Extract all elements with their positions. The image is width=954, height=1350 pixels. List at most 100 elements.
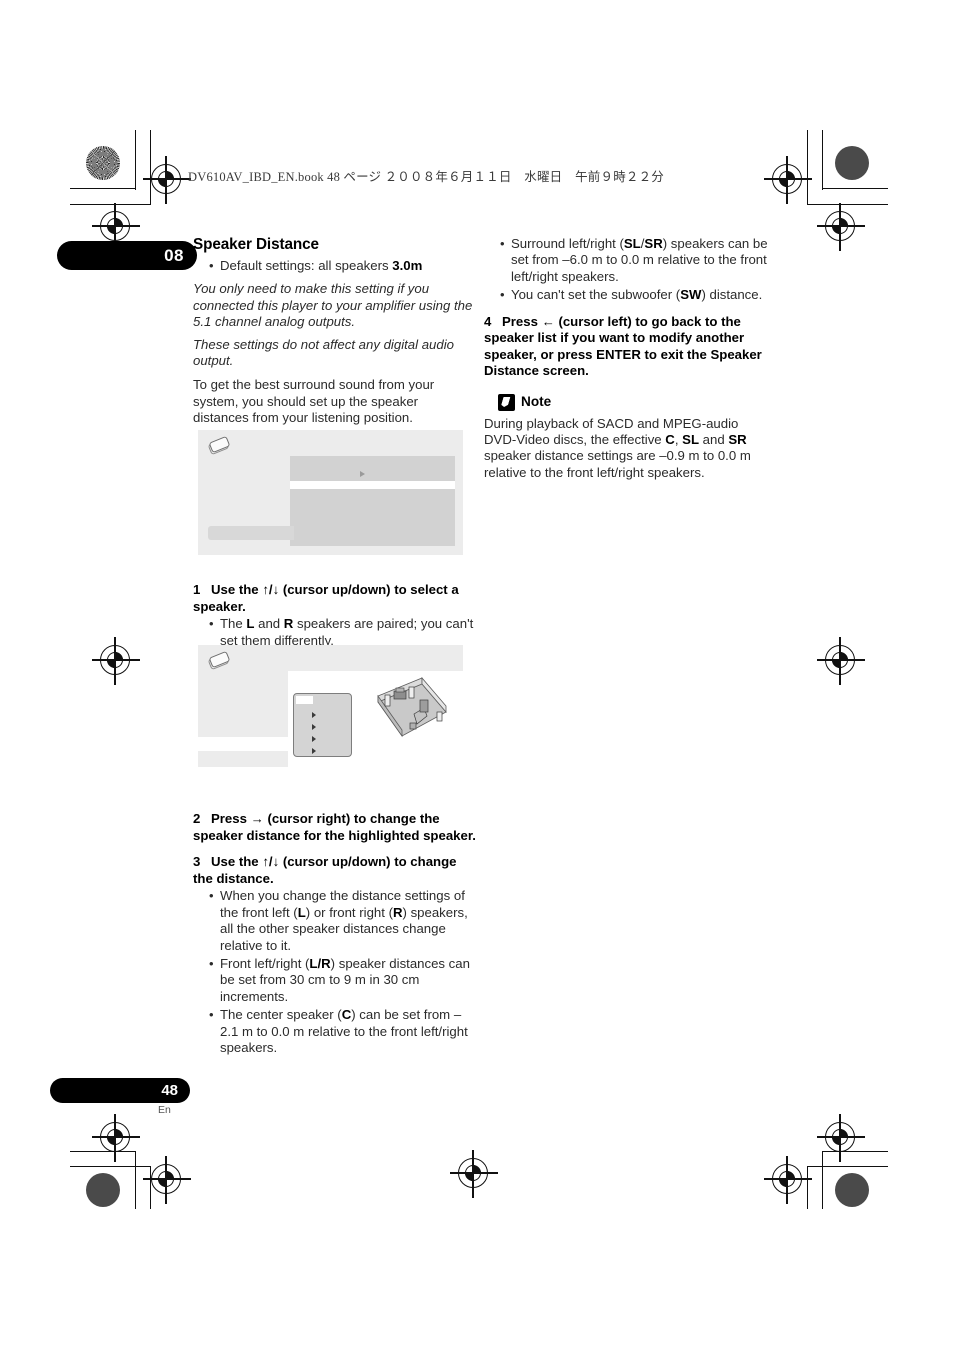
note-text: You can't set the subwoofer ( (511, 287, 681, 303)
note-text: and (254, 616, 284, 632)
registration-mark (143, 1156, 191, 1204)
step-3-text-a: Use the (211, 854, 263, 870)
figure-speaker-list-screen (198, 645, 463, 767)
list-item: The center speaker (C) can be set from –… (209, 1007, 477, 1056)
crop-line (150, 130, 152, 205)
registration-mark (450, 1150, 498, 1198)
speaker-label-c: C (341, 1007, 352, 1023)
surround-notes: Surround left/right (SL/SR) speakers can… (484, 235, 768, 304)
list-arrow-icon (312, 712, 316, 718)
separator: and (699, 432, 729, 448)
speaker-label-sr: SR (728, 432, 747, 448)
note-text: ) distance. (701, 287, 763, 303)
disc-icon (207, 435, 231, 456)
crop-line (135, 1151, 137, 1209)
speaker-label-sr: SR (644, 236, 663, 251)
list-item: When you change the distance settings of… (209, 888, 477, 954)
step-2: 2 Press → (cursor right) to change the sp… (193, 811, 477, 844)
osd-tab (198, 737, 290, 751)
speaker-list-widget (293, 693, 352, 757)
registration-mark (92, 637, 140, 685)
crop-line (822, 188, 888, 190)
list-arrow-icon (312, 724, 316, 730)
registration-mark (817, 203, 865, 251)
list-item: You can't set the subwoofer (SW) distanc… (500, 287, 768, 304)
default-settings-text: Default settings: all speakers (220, 258, 393, 273)
crop-line (822, 1151, 888, 1153)
step-1-number: 1 (193, 582, 201, 598)
speaker-label-sw: SW (680, 287, 702, 303)
file-header-line: DV610AV_IBD_EN.book 48 ページ ２００８年６月１１日 水曜… (188, 170, 664, 184)
speaker-label-c: C (665, 432, 675, 448)
registration-mark (92, 203, 140, 251)
step-3-notes: When you change the distance settings of… (193, 888, 477, 1056)
list-arrow-icon (312, 748, 316, 754)
list-item: Surround left/right (SL/SR) speakers can… (500, 235, 768, 285)
cursor-right-icon: → (250, 811, 264, 827)
note-header: Note (498, 394, 768, 411)
osd-panel (290, 456, 455, 546)
step-4-number: 4 (484, 313, 492, 329)
cursor-up-down-icon: ↑/↓ (262, 854, 280, 870)
step-4: 4 Press ← (cursor left) to go back to the… (484, 314, 768, 380)
crop-line (70, 1166, 151, 1168)
crop-line (135, 130, 137, 190)
note-title: Note (521, 394, 552, 410)
registration-mark (817, 1114, 865, 1162)
list-arrow-icon (312, 736, 316, 742)
osd-tab (208, 526, 294, 540)
crop-line (807, 1166, 809, 1209)
intro-paragraph: To get the best surround sound from your… (193, 377, 435, 425)
italic-note-1: You only need to make this setting if yo… (193, 281, 473, 329)
note-text: Surround left/right ( (511, 236, 624, 251)
language-code: En (158, 1104, 171, 1116)
speaker-label-l: L (297, 904, 306, 920)
note-text: speaker distance settings are –0.9 m to … (484, 448, 751, 480)
step-4-text-a: Press (502, 313, 542, 329)
speaker-label-r: R (392, 904, 403, 920)
selected-row-highlight (296, 696, 313, 704)
crop-line (822, 1151, 824, 1209)
crop-line (807, 130, 809, 205)
crop-line (70, 1151, 136, 1153)
cursor-left-icon: ← (541, 313, 555, 329)
osd-highlight-bar (290, 481, 455, 489)
note-text: The center speaker ( (220, 1007, 342, 1023)
speaker-label-sl: SL (623, 236, 641, 251)
page-title: Speaker Distance (193, 236, 319, 253)
speaker-label-r: R (283, 616, 294, 632)
note-body: During playback of SACD and MPEG-audio D… (484, 416, 768, 481)
registration-mark (92, 1114, 140, 1162)
density-dot-bottom-left (86, 1173, 120, 1207)
italic-note-2: These settings do not affect any digital… (193, 337, 454, 369)
density-dot-bottom-right (835, 1173, 869, 1207)
density-dot-top-right (835, 146, 869, 180)
speaker-label-lr: L/R (309, 956, 331, 972)
step-3: 3 Use the ↑/↓ (cursor up/down) to change … (193, 854, 477, 887)
step-2-text-a: Press (211, 811, 251, 827)
step-2-number: 2 (193, 811, 201, 827)
note-text: Front left/right ( (220, 956, 310, 972)
note-text: ) or front right ( (305, 904, 393, 920)
figure-speaker-distance-screen (198, 430, 463, 555)
default-settings-value: 3.0m (392, 258, 423, 273)
crop-line (807, 204, 888, 206)
registration-mark (764, 156, 812, 204)
page-number-badge: 48 (50, 1078, 190, 1103)
crop-line (822, 130, 824, 190)
list-item: Front left/right (L/R) speaker distances… (209, 956, 477, 1005)
registration-mark (764, 1156, 812, 1204)
step-1: 1 Use the ↑/↓ (cursor up/down) to select … (193, 582, 477, 615)
note-text: The (220, 616, 247, 632)
play-arrow-icon (360, 471, 365, 477)
default-settings-list: Default settings: all speakers 3.0m (193, 257, 477, 274)
step-3-number: 3 (193, 854, 201, 870)
registration-mark (817, 637, 865, 685)
step-1-text-a: Use the (211, 582, 263, 598)
speaker-label-sl: SL (682, 432, 700, 448)
crop-line (70, 188, 136, 190)
room-layout-diagram (377, 676, 447, 738)
list-item: Default settings: all speakers 3.0m (209, 257, 477, 274)
chapter-number-badge: 08 (57, 241, 197, 270)
registration-mark (143, 156, 191, 204)
